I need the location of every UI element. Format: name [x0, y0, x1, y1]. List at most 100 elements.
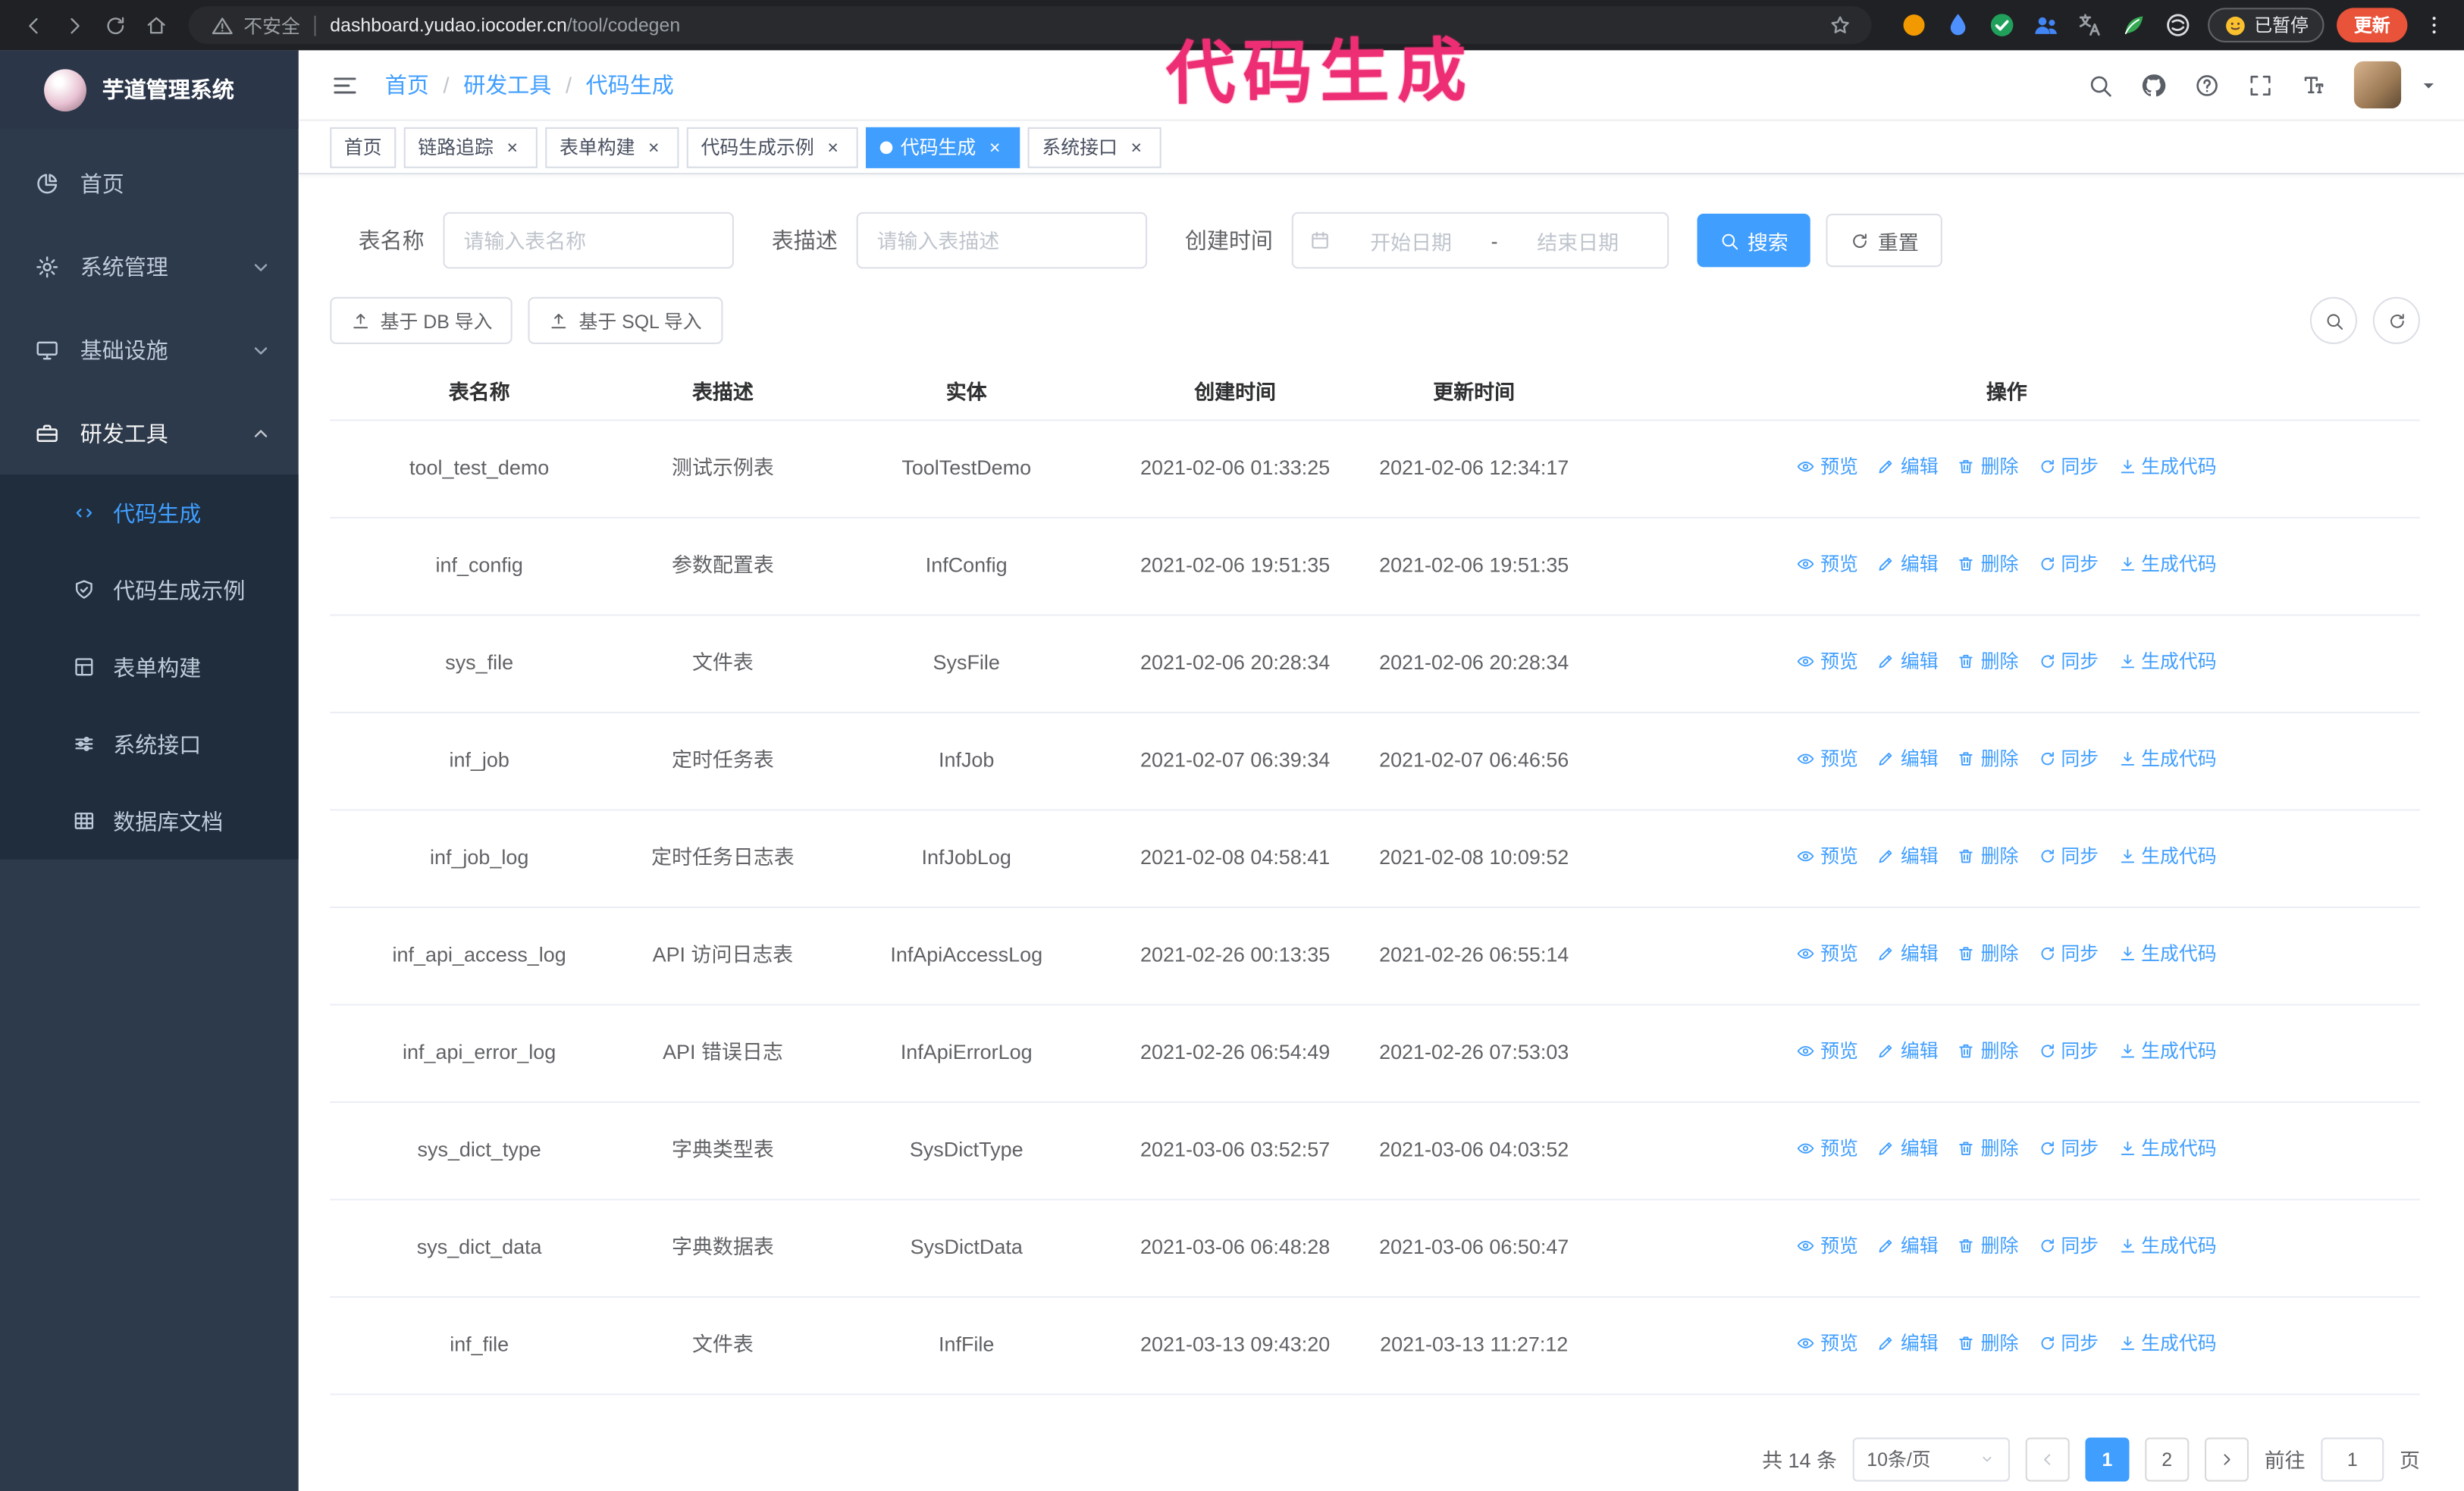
fullscreen-icon[interactable] [2247, 71, 2274, 98]
extension-drop-icon[interactable] [1943, 11, 1971, 39]
goto-page-input[interactable] [2321, 1436, 2384, 1481]
edit-link[interactable]: 编辑 [1877, 936, 1939, 971]
close-icon[interactable]: × [1125, 136, 1147, 158]
sidebar-item-devtools[interactable]: 研发工具 [0, 391, 299, 475]
page-button-2[interactable]: 2 [2145, 1436, 2190, 1481]
back-icon[interactable] [13, 5, 54, 45]
avatar-caret-icon[interactable] [2415, 71, 2442, 98]
delete-link[interactable]: 删除 [1958, 839, 2018, 874]
next-page-button[interactable] [2204, 1436, 2249, 1481]
generate-link[interactable]: 生成代码 [2118, 839, 2217, 874]
page-button-1[interactable]: 1 [2085, 1436, 2130, 1481]
date-range-picker[interactable]: 开始日期 - 结束日期 [1291, 211, 1669, 269]
delete-link[interactable]: 删除 [1958, 1131, 2018, 1166]
import-sql-button[interactable]: 基于 SQL 导入 [528, 296, 723, 344]
sync-link[interactable]: 同步 [2037, 1034, 2099, 1069]
generate-link[interactable]: 生成代码 [2118, 1131, 2217, 1166]
sidebar-subitem-codegen[interactable]: 代码生成 [0, 475, 299, 552]
delete-link[interactable]: 删除 [1958, 741, 2018, 776]
delete-link[interactable]: 删除 [1958, 1326, 2018, 1361]
extension-translate-icon[interactable] [2075, 11, 2103, 39]
close-icon[interactable]: × [643, 136, 665, 158]
delete-link[interactable]: 删除 [1958, 547, 2018, 581]
preview-link[interactable]: 预览 [1797, 644, 1858, 679]
sidebar-item-system[interactable]: 系统管理 [0, 224, 299, 308]
close-icon[interactable]: × [501, 136, 523, 158]
tab-home[interactable]: 首页 [330, 126, 397, 168]
user-avatar[interactable] [2353, 61, 2402, 109]
generate-link[interactable]: 生成代码 [2118, 449, 2217, 484]
bookmark-star-icon[interactable] [1827, 13, 1852, 38]
reload-icon[interactable] [94, 5, 135, 45]
edit-link[interactable]: 编辑 [1877, 449, 1939, 484]
preview-link[interactable]: 预览 [1797, 1034, 1858, 1069]
edit-link[interactable]: 编辑 [1877, 547, 1939, 581]
sidebar-subitem-form-build[interactable]: 表单构建 [0, 628, 299, 706]
page-size-select[interactable]: 10条/页 [1852, 1436, 2010, 1481]
sidebar-item-infra[interactable]: 基础设施 [0, 308, 299, 391]
extension-knot-icon[interactable] [2163, 11, 2191, 39]
preview-link[interactable]: 预览 [1797, 547, 1858, 581]
help-icon[interactable] [2193, 71, 2220, 98]
profile-paused-badge[interactable]: 已暂停 [2207, 8, 2324, 42]
delete-link[interactable]: 删除 [1958, 644, 2018, 679]
delete-link[interactable]: 删除 [1958, 1229, 2018, 1264]
import-db-button[interactable]: 基于 DB 导入 [330, 296, 513, 344]
extension-people-icon[interactable] [2031, 11, 2059, 39]
table-desc-input[interactable] [856, 211, 1148, 269]
github-icon[interactable] [2140, 71, 2167, 98]
tab-codegen-example[interactable]: 代码生成示例 × [686, 126, 858, 168]
preview-link[interactable]: 预览 [1797, 1131, 1858, 1166]
generate-link[interactable]: 生成代码 [2118, 1034, 2217, 1069]
edit-link[interactable]: 编辑 [1877, 644, 1939, 679]
breadcrumb-item[interactable]: 代码生成 [586, 69, 674, 100]
tab-codegen[interactable]: 代码生成 × [866, 126, 1020, 168]
generate-link[interactable]: 生成代码 [2118, 547, 2217, 581]
edit-link[interactable]: 编辑 [1877, 1326, 1939, 1361]
tab-form-build[interactable]: 表单构建 × [545, 126, 679, 168]
edit-link[interactable]: 编辑 [1877, 1229, 1939, 1264]
delete-link[interactable]: 删除 [1958, 449, 2018, 484]
sidebar-subitem-codegen-example[interactable]: 代码生成示例 [0, 552, 299, 629]
sidebar-item-home[interactable]: 首页 [0, 142, 299, 225]
breadcrumb-item[interactable]: 研发工具 [463, 69, 551, 100]
edit-link[interactable]: 编辑 [1877, 1034, 1939, 1069]
sync-link[interactable]: 同步 [2037, 1326, 2099, 1361]
close-icon[interactable]: × [822, 136, 844, 158]
preview-link[interactable]: 预览 [1797, 839, 1858, 874]
delete-link[interactable]: 删除 [1958, 1034, 2018, 1069]
preview-link[interactable]: 预览 [1797, 449, 1858, 484]
sidebar-subitem-system-api[interactable]: 系统接口 [0, 706, 299, 783]
prev-page-button[interactable] [2025, 1436, 2070, 1481]
reset-button[interactable]: 重置 [1826, 213, 1942, 268]
tab-tracer[interactable]: 链路追踪 × [403, 126, 538, 168]
refresh-button[interactable] [2372, 296, 2420, 344]
breadcrumb-item[interactable]: 首页 [385, 69, 429, 100]
sync-link[interactable]: 同步 [2037, 1131, 2099, 1166]
preview-link[interactable]: 预览 [1797, 1326, 1858, 1361]
preview-link[interactable]: 预览 [1797, 936, 1858, 971]
generate-link[interactable]: 生成代码 [2118, 741, 2217, 776]
sidebar-subitem-db-doc[interactable]: 数据库文档 [0, 782, 299, 860]
edit-link[interactable]: 编辑 [1877, 1131, 1939, 1166]
browser-menu-kebab-icon[interactable] [2417, 13, 2452, 38]
generate-link[interactable]: 生成代码 [2118, 1229, 2217, 1264]
extension-leaf-icon[interactable] [2119, 11, 2147, 39]
extension-check-icon[interactable] [1987, 11, 2015, 39]
generate-link[interactable]: 生成代码 [2118, 1326, 2217, 1361]
tab-system-api[interactable]: 系统接口 × [1027, 126, 1161, 168]
table-name-input[interactable] [443, 211, 734, 269]
edit-link[interactable]: 编辑 [1877, 741, 1939, 776]
preview-link[interactable]: 预览 [1797, 1229, 1858, 1264]
edit-link[interactable]: 编辑 [1877, 839, 1939, 874]
delete-link[interactable]: 删除 [1958, 936, 2018, 971]
address-bar[interactable]: 不安全 dashboard.yudao.iocoder.cn/tool/code… [188, 6, 1871, 45]
close-icon[interactable]: × [984, 136, 1006, 158]
generate-link[interactable]: 生成代码 [2118, 644, 2217, 679]
sync-link[interactable]: 同步 [2037, 936, 2099, 971]
sync-link[interactable]: 同步 [2037, 839, 2099, 874]
sync-link[interactable]: 同步 [2037, 547, 2099, 581]
extension-lion-icon[interactable] [1899, 11, 1927, 39]
sync-link[interactable]: 同步 [2037, 644, 2099, 679]
hamburger-icon[interactable] [330, 70, 359, 99]
